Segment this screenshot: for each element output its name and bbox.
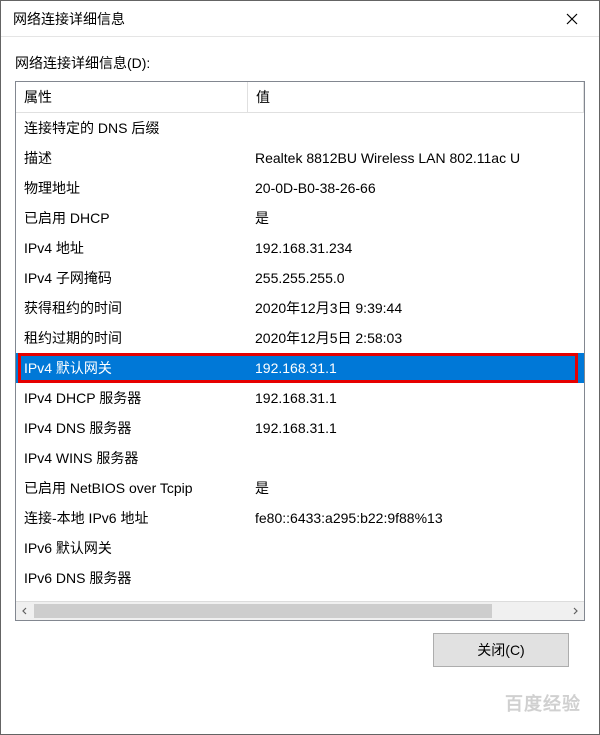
property-cell: 连接-本地 IPv6 地址 bbox=[16, 508, 247, 528]
column-header-property[interactable]: 属性 bbox=[16, 82, 248, 112]
value-cell: 是 bbox=[247, 478, 584, 498]
value-cell: 255.255.255.0 bbox=[247, 270, 584, 286]
value-cell: 192.168.31.1 bbox=[247, 390, 584, 406]
close-icon[interactable] bbox=[549, 3, 595, 35]
horizontal-scrollbar[interactable] bbox=[16, 601, 584, 620]
property-cell: 已启用 DHCP bbox=[16, 208, 247, 228]
table-row[interactable]: IPv4 WINS 服务器 bbox=[16, 443, 584, 473]
scroll-thumb[interactable] bbox=[34, 604, 492, 618]
value-cell: Realtek 8812BU Wireless LAN 802.11ac U bbox=[247, 150, 584, 166]
property-cell: IPv6 默认网关 bbox=[16, 538, 247, 558]
titlebar: 网络连接详细信息 bbox=[1, 1, 599, 37]
value-cell: 192.168.31.1 bbox=[247, 360, 584, 376]
value-cell: 192.168.31.1 bbox=[247, 420, 584, 436]
property-cell: 物理地址 bbox=[16, 178, 247, 198]
table-row[interactable]: IPv4 DNS 服务器192.168.31.1 bbox=[16, 413, 584, 443]
table-row[interactable]: IPv6 DNS 服务器 bbox=[16, 563, 584, 593]
table-row[interactable]: IPv6 默认网关 bbox=[16, 533, 584, 563]
table-row[interactable]: 租约过期的时间2020年12月5日 2:58:03 bbox=[16, 323, 584, 353]
scroll-left-arrow-icon[interactable] bbox=[16, 602, 34, 620]
table-row[interactable]: 连接-本地 IPv6 地址fe80::6433:a295:b22:9f88%13 bbox=[16, 503, 584, 533]
property-cell: IPv4 子网掩码 bbox=[16, 268, 247, 288]
value-cell: 是 bbox=[247, 208, 584, 228]
table-row[interactable]: IPv4 地址192.168.31.234 bbox=[16, 233, 584, 263]
property-cell: IPv4 WINS 服务器 bbox=[16, 448, 247, 468]
value-cell: fe80::6433:a295:b22:9f88%13 bbox=[247, 510, 584, 526]
column-header-value[interactable]: 值 bbox=[248, 82, 584, 112]
table-row[interactable]: 已启用 DHCP是 bbox=[16, 203, 584, 233]
column-header-row: 属性 值 bbox=[16, 82, 584, 113]
property-cell: IPv6 DNS 服务器 bbox=[16, 568, 247, 588]
property-cell: 获得租约的时间 bbox=[16, 298, 247, 318]
details-list: 属性 值 连接特定的 DNS 后缀描述Realtek 8812BU Wirele… bbox=[15, 81, 585, 621]
dialog-footer: 关闭(C) bbox=[15, 621, 585, 667]
table-row[interactable]: 获得租约的时间2020年12月3日 9:39:44 bbox=[16, 293, 584, 323]
scroll-right-arrow-icon[interactable] bbox=[566, 602, 584, 620]
value-cell: 2020年12月3日 9:39:44 bbox=[247, 298, 584, 318]
property-cell: 租约过期的时间 bbox=[16, 328, 247, 348]
value-cell: 192.168.31.234 bbox=[247, 240, 584, 256]
property-cell: 已启用 NetBIOS over Tcpip bbox=[16, 478, 247, 498]
property-cell: 描述 bbox=[16, 148, 247, 168]
table-row[interactable]: 描述Realtek 8812BU Wireless LAN 802.11ac U bbox=[16, 143, 584, 173]
table-row[interactable]: IPv4 子网掩码255.255.255.0 bbox=[16, 263, 584, 293]
section-label: 网络连接详细信息(D): bbox=[15, 53, 585, 73]
property-cell: IPv4 DNS 服务器 bbox=[16, 418, 247, 438]
property-cell: IPv4 地址 bbox=[16, 238, 247, 258]
property-cell: 连接特定的 DNS 后缀 bbox=[16, 118, 247, 138]
dialog-window: 网络连接详细信息 网络连接详细信息(D): 属性 值 连接特定的 DNS 后缀描… bbox=[0, 0, 600, 735]
table-row[interactable]: 物理地址20-0D-B0-38-26-66 bbox=[16, 173, 584, 203]
table-row[interactable]: 连接特定的 DNS 后缀 bbox=[16, 113, 584, 143]
value-cell: 2020年12月5日 2:58:03 bbox=[247, 328, 584, 348]
dialog-body: 网络连接详细信息(D): 属性 值 连接特定的 DNS 后缀描述Realtek … bbox=[1, 37, 599, 734]
value-cell: 20-0D-B0-38-26-66 bbox=[247, 180, 584, 196]
table-row[interactable]: 已启用 NetBIOS over Tcpip是 bbox=[16, 473, 584, 503]
close-button[interactable]: 关闭(C) bbox=[433, 633, 569, 667]
property-cell: IPv4 DHCP 服务器 bbox=[16, 388, 247, 408]
table-row[interactable]: IPv4 DHCP 服务器192.168.31.1 bbox=[16, 383, 584, 413]
scroll-track[interactable] bbox=[34, 602, 566, 620]
property-cell: IPv4 默认网关 bbox=[16, 358, 247, 378]
table-row[interactable]: IPv4 默认网关192.168.31.1 bbox=[16, 353, 584, 383]
window-title: 网络连接详细信息 bbox=[13, 9, 549, 29]
list-rows: 连接特定的 DNS 后缀描述Realtek 8812BU Wireless LA… bbox=[16, 113, 584, 601]
